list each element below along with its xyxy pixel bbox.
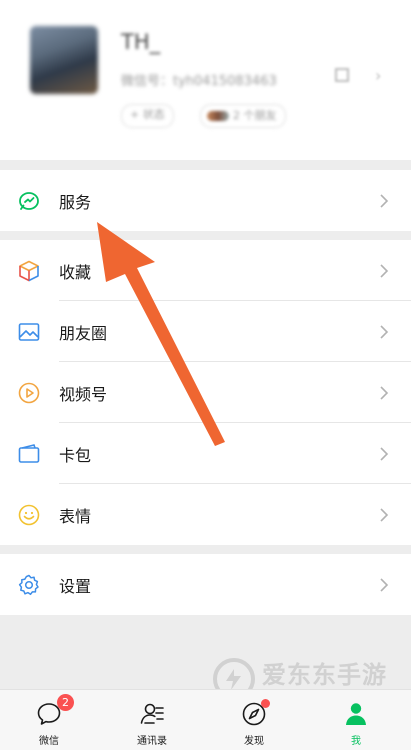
tab-contacts[interactable]: 通讯录 — [122, 690, 182, 750]
services-icon — [19, 191, 39, 210]
gear-icon — [18, 574, 39, 595]
tab-label-me: 我 — [351, 736, 361, 747]
unread-badge: 2 — [57, 694, 74, 711]
qr-code-icon[interactable] — [335, 68, 349, 82]
chevron-right-icon — [380, 577, 389, 592]
tab-label-contacts: 通讯录 — [137, 736, 167, 747]
friends-status-label: 2 个朋友 — [233, 109, 277, 122]
chevron-right-icon — [380, 385, 389, 400]
menu-item-cards[interactable]: 卡包 — [0, 423, 411, 484]
chevron-right-icon — [380, 263, 389, 278]
tab-chats[interactable]: 2 微信 — [19, 690, 79, 750]
tab-me[interactable]: 我 — [326, 690, 386, 750]
tab-label-discover: 发现 — [244, 736, 264, 747]
menu-label-stickers: 表情 — [59, 506, 92, 526]
menu-label-cards: 卡包 — [59, 445, 92, 465]
friends-status[interactable]: 2 个朋友 — [200, 104, 286, 128]
menu-label-favorites: 收藏 — [59, 262, 92, 282]
menu-item-channels[interactable]: 视频号 — [0, 362, 411, 423]
tab-discover[interactable]: 发现 — [224, 690, 284, 750]
contacts-icon — [140, 703, 164, 724]
favorites-cube-icon — [19, 260, 39, 281]
menu-label-settings: 设置 — [59, 576, 92, 596]
status-button[interactable]: + 状态 — [121, 104, 174, 128]
menu-item-moments[interactable]: 朋友圈 — [0, 301, 411, 362]
moments-image-icon — [18, 322, 40, 341]
profile-name: TH_ — [121, 30, 161, 54]
menu-item-stickers[interactable]: 表情 — [0, 484, 411, 545]
bottom-tab-bar: 2 微信 通讯录 发现 我 — [0, 689, 411, 750]
friend-avatars — [207, 111, 229, 121]
menu-item-settings[interactable]: 设置 — [0, 554, 411, 615]
wechat-id: 微信号：tyh0415083463 — [121, 74, 277, 89]
menu-label-services: 服务 — [59, 192, 92, 212]
menu-label-channels: 视频号 — [59, 384, 108, 404]
avatar[interactable] — [30, 26, 98, 94]
menu-label-moments: 朋友圈 — [59, 323, 108, 343]
profile-header[interactable]: TH_ 微信号：tyh0415083463 › + 状态 2 个朋友 — [0, 0, 411, 160]
chevron-right-icon: › — [375, 66, 382, 85]
menu-item-services[interactable]: 服务 — [0, 170, 411, 231]
smiley-icon — [18, 504, 40, 525]
discover-red-dot — [261, 699, 270, 708]
chevron-right-icon — [380, 507, 389, 522]
tab-label-chats: 微信 — [39, 736, 59, 747]
chevron-right-icon — [380, 193, 389, 208]
settings-group: 设置 — [0, 554, 411, 615]
chevron-right-icon — [380, 324, 389, 339]
channels-play-icon — [18, 382, 40, 403]
watermark-text: 爱东东手游 — [262, 661, 387, 689]
features-group: 收藏 朋友圈 视频号 卡包 表情 — [0, 240, 411, 545]
card-wallet-icon — [18, 443, 40, 463]
services-group: 服务 — [0, 170, 411, 231]
person-icon — [346, 703, 366, 725]
menu-item-favorites[interactable]: 收藏 — [0, 240, 411, 301]
chevron-right-icon — [380, 446, 389, 461]
